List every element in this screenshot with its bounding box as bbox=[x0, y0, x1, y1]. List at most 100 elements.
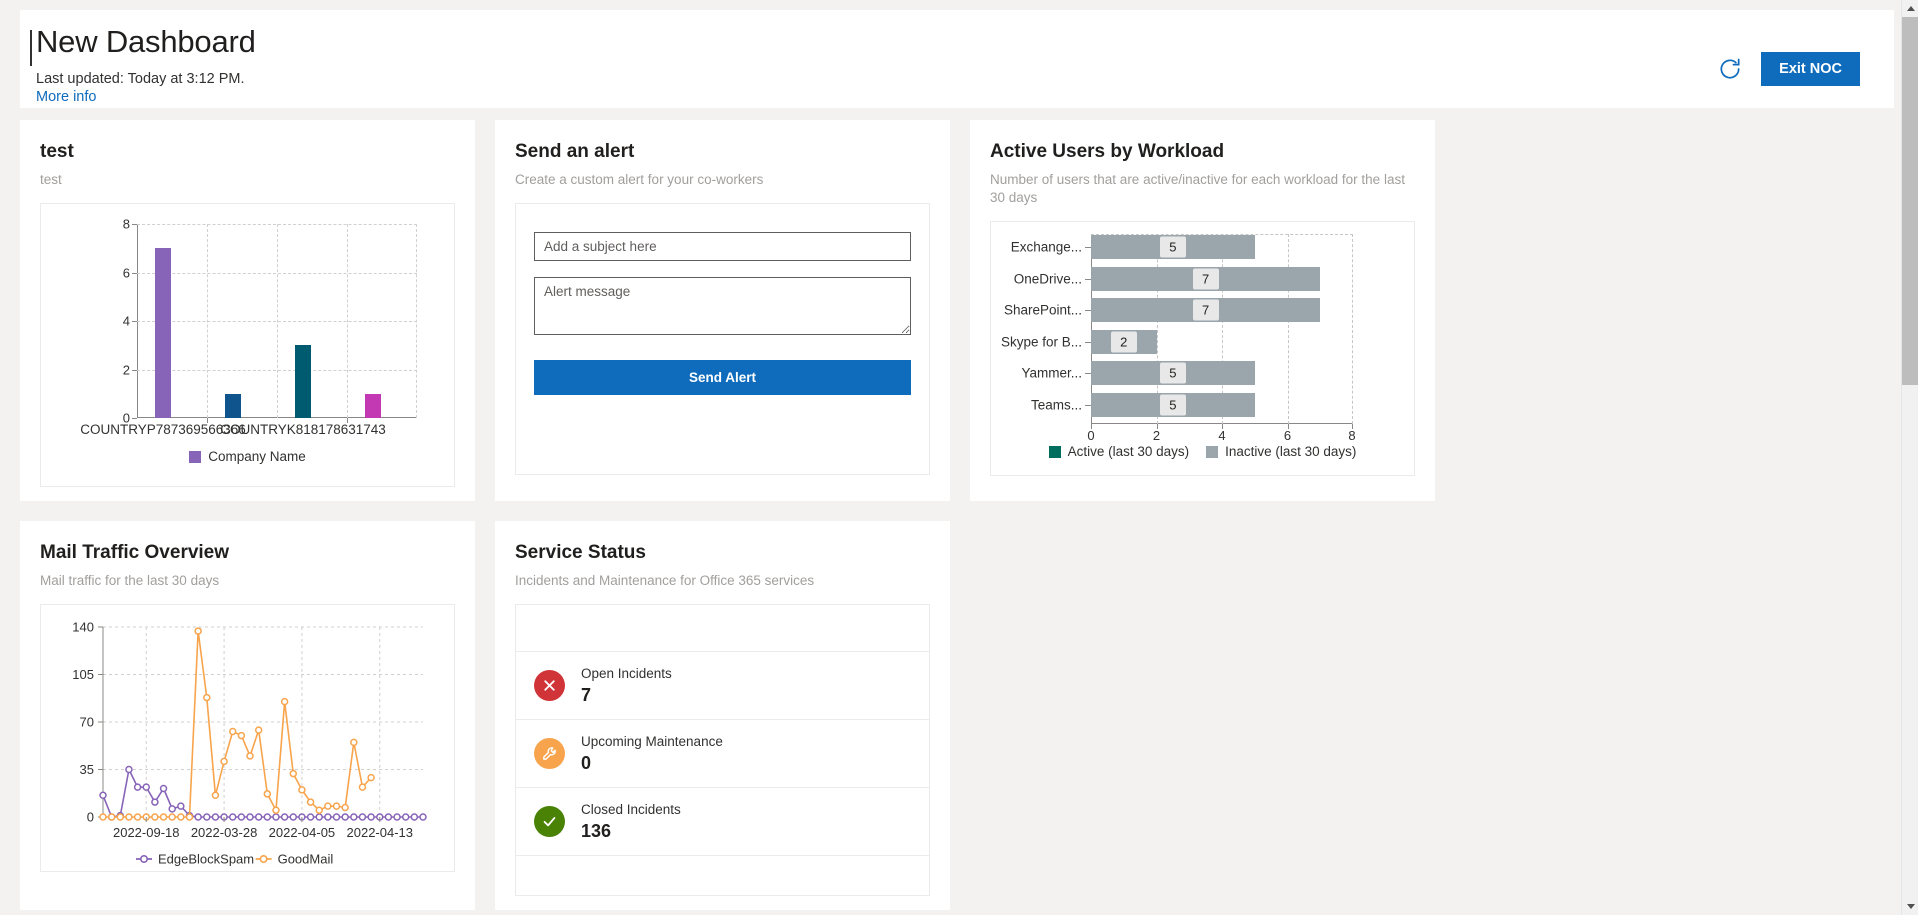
legend-label-inactive: Inactive (last 30 days) bbox=[1225, 444, 1356, 459]
legend-swatch-inactive bbox=[1206, 446, 1218, 458]
y-tick-label: 2 bbox=[123, 362, 130, 377]
workload-row-sharepoint[interactable]: 7 SharePoint... bbox=[1091, 298, 1353, 322]
dashboard-page: New Dashboard Last updated: Today at 3:1… bbox=[0, 0, 1918, 915]
scroll-down-arrow-icon[interactable] bbox=[1902, 898, 1918, 915]
page-scrollbar[interactable] bbox=[1901, 0, 1918, 915]
card-subtitle: Number of users that are active/inactive… bbox=[990, 171, 1415, 207]
service-status-row-upcoming-maintenance[interactable]: Upcoming Maintenance 0 bbox=[516, 719, 929, 787]
check-circle-icon bbox=[534, 806, 565, 837]
x-tick-label: 2022-09-18 bbox=[113, 825, 180, 840]
active-users-chart[interactable]: 5 Exchange... 7 OneDrive... 7 bbox=[990, 221, 1415, 476]
service-status-footer bbox=[516, 855, 929, 895]
alert-subject-input[interactable] bbox=[534, 232, 911, 261]
category-label: Yammer... bbox=[1021, 366, 1082, 381]
active-users-legend: Active (last 30 days) Inactive (last 30 … bbox=[991, 444, 1414, 459]
title-row: New Dashboard bbox=[30, 24, 256, 66]
scrollbar-thumb[interactable] bbox=[1902, 17, 1918, 385]
legend-label-active: Active (last 30 days) bbox=[1068, 444, 1190, 459]
more-info-link[interactable]: More info bbox=[30, 89, 256, 105]
card-row-2: Mail Traffic Overview Mail traffic for t… bbox=[20, 521, 1894, 910]
card-subtitle: Mail traffic for the last 30 days bbox=[40, 572, 455, 590]
card-mail-traffic: Mail Traffic Overview Mail traffic for t… bbox=[20, 521, 475, 910]
workload-row-skype[interactable]: 2 Skype for B... bbox=[1091, 330, 1353, 354]
x-tick-label: 8 bbox=[1348, 428, 1355, 443]
y-tick-label: 8 bbox=[123, 217, 130, 232]
last-updated-text: Last updated: Today at 3:12 PM. bbox=[30, 71, 256, 87]
card-subtitle: test bbox=[40, 171, 455, 189]
y-tick-label: 0 bbox=[87, 810, 94, 825]
x-tick-label: 2 bbox=[1153, 428, 1160, 443]
category-label: OneDrive... bbox=[1014, 271, 1082, 286]
test-bar-chart[interactable]: 8 6 4 2 0 bbox=[40, 203, 455, 487]
workload-plot-area: 5 Exchange... 7 OneDrive... 7 bbox=[1091, 234, 1353, 424]
header-actions: Exit NOC bbox=[1717, 24, 1872, 86]
x-tick-label: 2022-03-28 bbox=[191, 825, 258, 840]
legend-label-company-name: Company Name bbox=[208, 449, 306, 464]
test-plot-area: 8 6 4 2 0 bbox=[137, 224, 417, 418]
text-cursor-icon bbox=[30, 30, 32, 66]
bar-value-label: 5 bbox=[1160, 237, 1186, 258]
status-count: 7 bbox=[581, 685, 672, 706]
mail-traffic-svg[interactable]: 035701051402022-09-182022-03-282022-04-0… bbox=[41, 605, 454, 871]
send-alert-button[interactable]: Send Alert bbox=[534, 360, 911, 395]
y-tick-label: 70 bbox=[80, 715, 94, 730]
service-status-text: Open Incidents 7 bbox=[581, 665, 672, 706]
bar-1[interactable] bbox=[225, 394, 241, 418]
x-tick-label: 0 bbox=[1087, 428, 1094, 443]
error-circle-icon bbox=[534, 670, 565, 701]
card-subtitle: Incidents and Maintenance for Office 365… bbox=[515, 572, 930, 590]
card-send-alert: Send an alert Create a custom alert for … bbox=[495, 120, 950, 501]
card-title: Send an alert bbox=[515, 140, 930, 164]
gridline-v bbox=[277, 224, 278, 418]
gridline-v bbox=[416, 224, 417, 418]
bar-value-label: 7 bbox=[1193, 300, 1219, 321]
header-left: New Dashboard Last updated: Today at 3:1… bbox=[20, 24, 256, 105]
workload-row-exchange[interactable]: 5 Exchange... bbox=[1091, 235, 1353, 259]
service-status-spacer bbox=[516, 605, 929, 651]
status-label: Closed Incidents bbox=[581, 801, 681, 818]
scroll-up-arrow-icon[interactable] bbox=[1902, 0, 1918, 17]
y-tick-label: 105 bbox=[72, 667, 94, 682]
legend-swatch-company-name bbox=[189, 451, 201, 463]
workload-row-onedrive[interactable]: 7 OneDrive... bbox=[1091, 267, 1353, 291]
bar-2[interactable] bbox=[295, 345, 311, 418]
bar-0[interactable] bbox=[155, 248, 171, 418]
card-title: Service Status bbox=[515, 541, 930, 565]
exit-noc-button[interactable]: Exit NOC bbox=[1761, 52, 1860, 86]
service-status-row-closed-incidents[interactable]: Closed Incidents 136 bbox=[516, 787, 929, 855]
gridline-v bbox=[207, 224, 208, 418]
gridline-v bbox=[347, 224, 348, 418]
card-service-status: Service Status Incidents and Maintenance… bbox=[495, 521, 950, 910]
status-label: Upcoming Maintenance bbox=[581, 733, 723, 750]
x-tick-label: 6 bbox=[1284, 428, 1291, 443]
card-active-users: Active Users by Workload Number of users… bbox=[970, 120, 1435, 501]
card-title: test bbox=[40, 140, 455, 164]
x-tick-label: COUNTRYK818178631743 bbox=[220, 422, 386, 437]
x-tick-label: 2022-04-13 bbox=[347, 825, 414, 840]
workload-row-yammer[interactable]: 5 Yammer... bbox=[1091, 361, 1353, 385]
status-count: 136 bbox=[581, 821, 681, 842]
page-title[interactable]: New Dashboard bbox=[36, 24, 256, 60]
y-tick-label: 6 bbox=[123, 265, 130, 280]
workload-row-teams[interactable]: 5 Teams... bbox=[1091, 393, 1353, 417]
category-label: Exchange... bbox=[1011, 240, 1082, 255]
card-row-1: test test bbox=[20, 120, 1894, 501]
category-label: SharePoint... bbox=[1004, 303, 1082, 318]
card-title: Active Users by Workload bbox=[990, 140, 1415, 164]
bar-3[interactable] bbox=[365, 394, 381, 418]
bar-value-label: 2 bbox=[1111, 331, 1137, 352]
bar-value-label: 7 bbox=[1193, 268, 1219, 289]
x-tick-label: 4 bbox=[1218, 428, 1225, 443]
alert-message-textarea[interactable] bbox=[534, 277, 911, 335]
card-test: test test bbox=[20, 120, 475, 501]
bar-value-label: 5 bbox=[1160, 363, 1186, 384]
legend-label: GoodMail bbox=[278, 852, 334, 867]
y-tick-label: 35 bbox=[80, 762, 94, 777]
card-title: Mail Traffic Overview bbox=[40, 541, 455, 565]
refresh-icon[interactable] bbox=[1717, 56, 1743, 82]
card-subtitle: Create a custom alert for your co-worker… bbox=[515, 171, 930, 189]
mail-traffic-chart[interactable]: 035701051402022-09-182022-03-282022-04-0… bbox=[40, 604, 455, 872]
send-alert-form: Send Alert bbox=[515, 203, 930, 475]
wrench-circle-icon bbox=[534, 738, 565, 769]
service-status-row-open-incidents[interactable]: Open Incidents 7 bbox=[516, 651, 929, 719]
